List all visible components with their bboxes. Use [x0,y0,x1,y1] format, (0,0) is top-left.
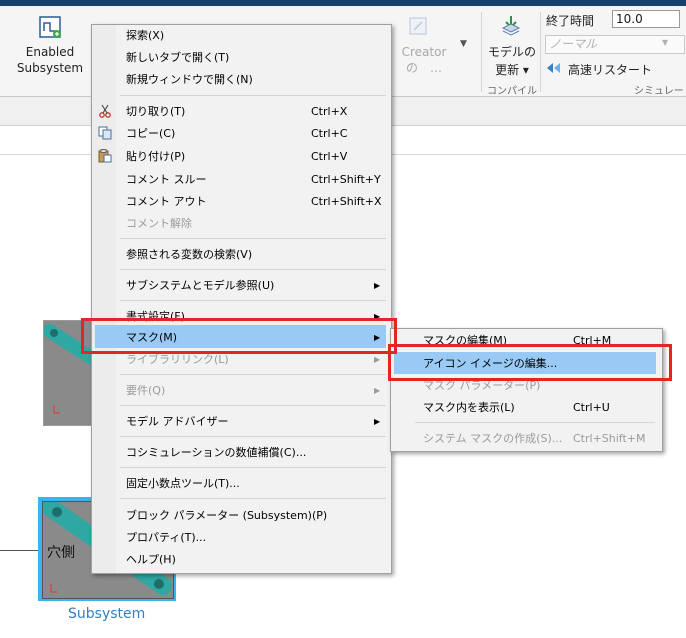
update-model-icon [500,14,522,36]
submenu-arrow-icon: ▶ [374,417,381,426]
menu-item-uncomment: コメント解除 [126,213,381,234]
annotation-box-mask [81,318,397,354]
stop-time-input[interactable]: 10.0 [612,10,680,28]
menu-item-label: モデル アドバイザー [126,415,229,428]
menu-item-help[interactable]: ヘルプ(H) [126,549,381,570]
menu-item-label: コメント スルー [126,173,207,186]
menu-separator [120,300,386,301]
submenu-arrow-icon: ▶ [374,281,381,290]
submenu-item-label: システム マスクの作成(S)... [423,432,563,445]
menu-item-label: コメント アウト [126,195,207,208]
menu-separator [120,374,386,375]
menu-item-label: サブシステムとモデル参照(U) [126,279,275,292]
menu-item-label: ヘルプ(H) [126,553,176,566]
model-update-label: モデルの [487,45,536,59]
menu-item-label: コメント解除 [126,217,192,230]
menu-item-cosimulation-compensation[interactable]: コシミュレーションの数値補償(C)... [126,442,381,463]
menu-item-shortcut: Ctrl+Shift+Y [311,173,381,186]
submenu-item-create-system-mask: システム マスクの作成(S)... Ctrl+Shift+M [423,428,653,449]
inport-label: 穴側 [47,545,75,561]
menu-item-label: プロパティ(T)... [126,531,207,544]
menu-item-label: 探索(X) [126,29,165,42]
model-update-label2: 更新 ▾ [495,63,529,77]
paste-icon [98,149,112,163]
menu-separator [415,422,655,423]
submenu-item-shortcut: Ctrl+U [573,401,610,414]
menu-item-label: コピー(C) [126,127,176,140]
submenu-item-label: マスク内を表示(L) [423,401,515,414]
menu-separator [120,498,386,499]
menu-separator [120,238,386,239]
menu-item-label: ブロック パラメーター (Subsystem)(P) [126,509,328,522]
menu-item-open-new-window[interactable]: 新規ウィンドウで開く(N) [126,69,381,90]
menu-item-cut[interactable]: 切り取り(T) Ctrl+X [126,101,381,122]
submenu-item-shortcut: Ctrl+Shift+M [573,432,646,445]
menu-item-open-new-tab[interactable]: 新しいタブで開く(T) [126,47,381,68]
menu-item-label: 参照される変数の検索(V) [126,248,253,261]
compile-group-label: コンパイル [487,86,537,97]
menu-item-shortcut: Ctrl+C [311,127,348,140]
subsystem-name[interactable]: Subsystem [68,606,145,622]
gallery-dropdown-button[interactable]: ▼ [460,36,474,52]
enabled-subsystem-label: Enabled Subsystem [16,45,84,75]
submenu-arrow-icon: ▶ [374,386,381,395]
menu-item-comment-through[interactable]: コメント スルー Ctrl+Shift+Y [126,169,381,190]
menu-item-label: 新規ウィンドウで開く(N) [126,73,253,86]
creator-icon [408,16,428,36]
creator-button[interactable]: Creator の … [396,10,452,76]
menu-item-find-referenced-variables[interactable]: 参照される変数の検索(V) [126,244,381,265]
copy-icon [98,126,112,140]
menu-item-block-parameters[interactable]: ブロック パラメーター (Subsystem)(P) [126,505,381,526]
menu-item-shortcut: Ctrl+X [311,105,348,118]
menu-item-requirements: 要件(Q) ▶ [126,380,381,401]
menu-separator [120,436,386,437]
ribbon-separator [540,12,541,92]
ribbon-separator [481,12,482,92]
menu-item-copy[interactable]: コピー(C) Ctrl+C [126,123,381,144]
menu-separator [120,269,386,270]
creator-ellipsis: の … [405,61,442,75]
menu-item-shortcut: Ctrl+Shift+X [311,195,382,208]
menu-item-label: 切り取り(T) [126,105,186,118]
annotation-box-edit-icon-image [388,344,672,381]
menu-item-explore[interactable]: 探索(X) [126,25,381,46]
fast-restart-button[interactable]: 高速リスタート [546,60,666,78]
menu-item-model-advisor[interactable]: モデル アドバイザー ▶ [126,411,381,432]
menu-item-label: 貼り付け(P) [126,150,186,163]
menu-separator [120,467,386,468]
enabled-subsystem-icon [39,16,61,38]
enabled-subsystem-button[interactable]: Enabled Subsystem [12,10,88,76]
menu-item-label: 固定小数点ツール(T)... [126,477,240,490]
menu-item-subsystem-model-reference[interactable]: サブシステムとモデル参照(U) ▶ [126,275,381,296]
menu-item-label: 要件(Q) [126,384,166,397]
fast-restart-icon [546,62,560,74]
submenu-item-look-under-mask[interactable]: マスク内を表示(L) Ctrl+U [423,397,653,418]
menu-item-label: 新しいタブで開く(T) [126,51,230,64]
menu-item-label: コシミュレーションの数値補償(C)... [126,446,307,459]
menu-item-properties[interactable]: プロパティ(T)... [126,527,381,548]
scissors-icon [98,104,112,118]
simulation-mode-chevron-icon: ▼ [662,38,669,47]
stop-time-label: 終了時間 [546,14,595,28]
chevron-down-icon: ▼ [460,39,467,49]
model-update-button[interactable]: モデルの 更新 ▾ [486,10,538,80]
menu-separator [120,95,386,96]
creator-label: Creator [401,45,447,59]
fast-restart-label: 高速リスタート [568,63,653,77]
menu-item-shortcut: Ctrl+V [311,150,348,163]
menu-item-paste[interactable]: 貼り付け(P) Ctrl+V [126,146,381,167]
signal-line [0,550,40,551]
menu-item-fixed-point-tool[interactable]: 固定小数点ツール(T)... [126,473,381,494]
menu-item-comment-out[interactable]: コメント アウト Ctrl+Shift+X [126,191,382,212]
menu-separator [120,405,386,406]
